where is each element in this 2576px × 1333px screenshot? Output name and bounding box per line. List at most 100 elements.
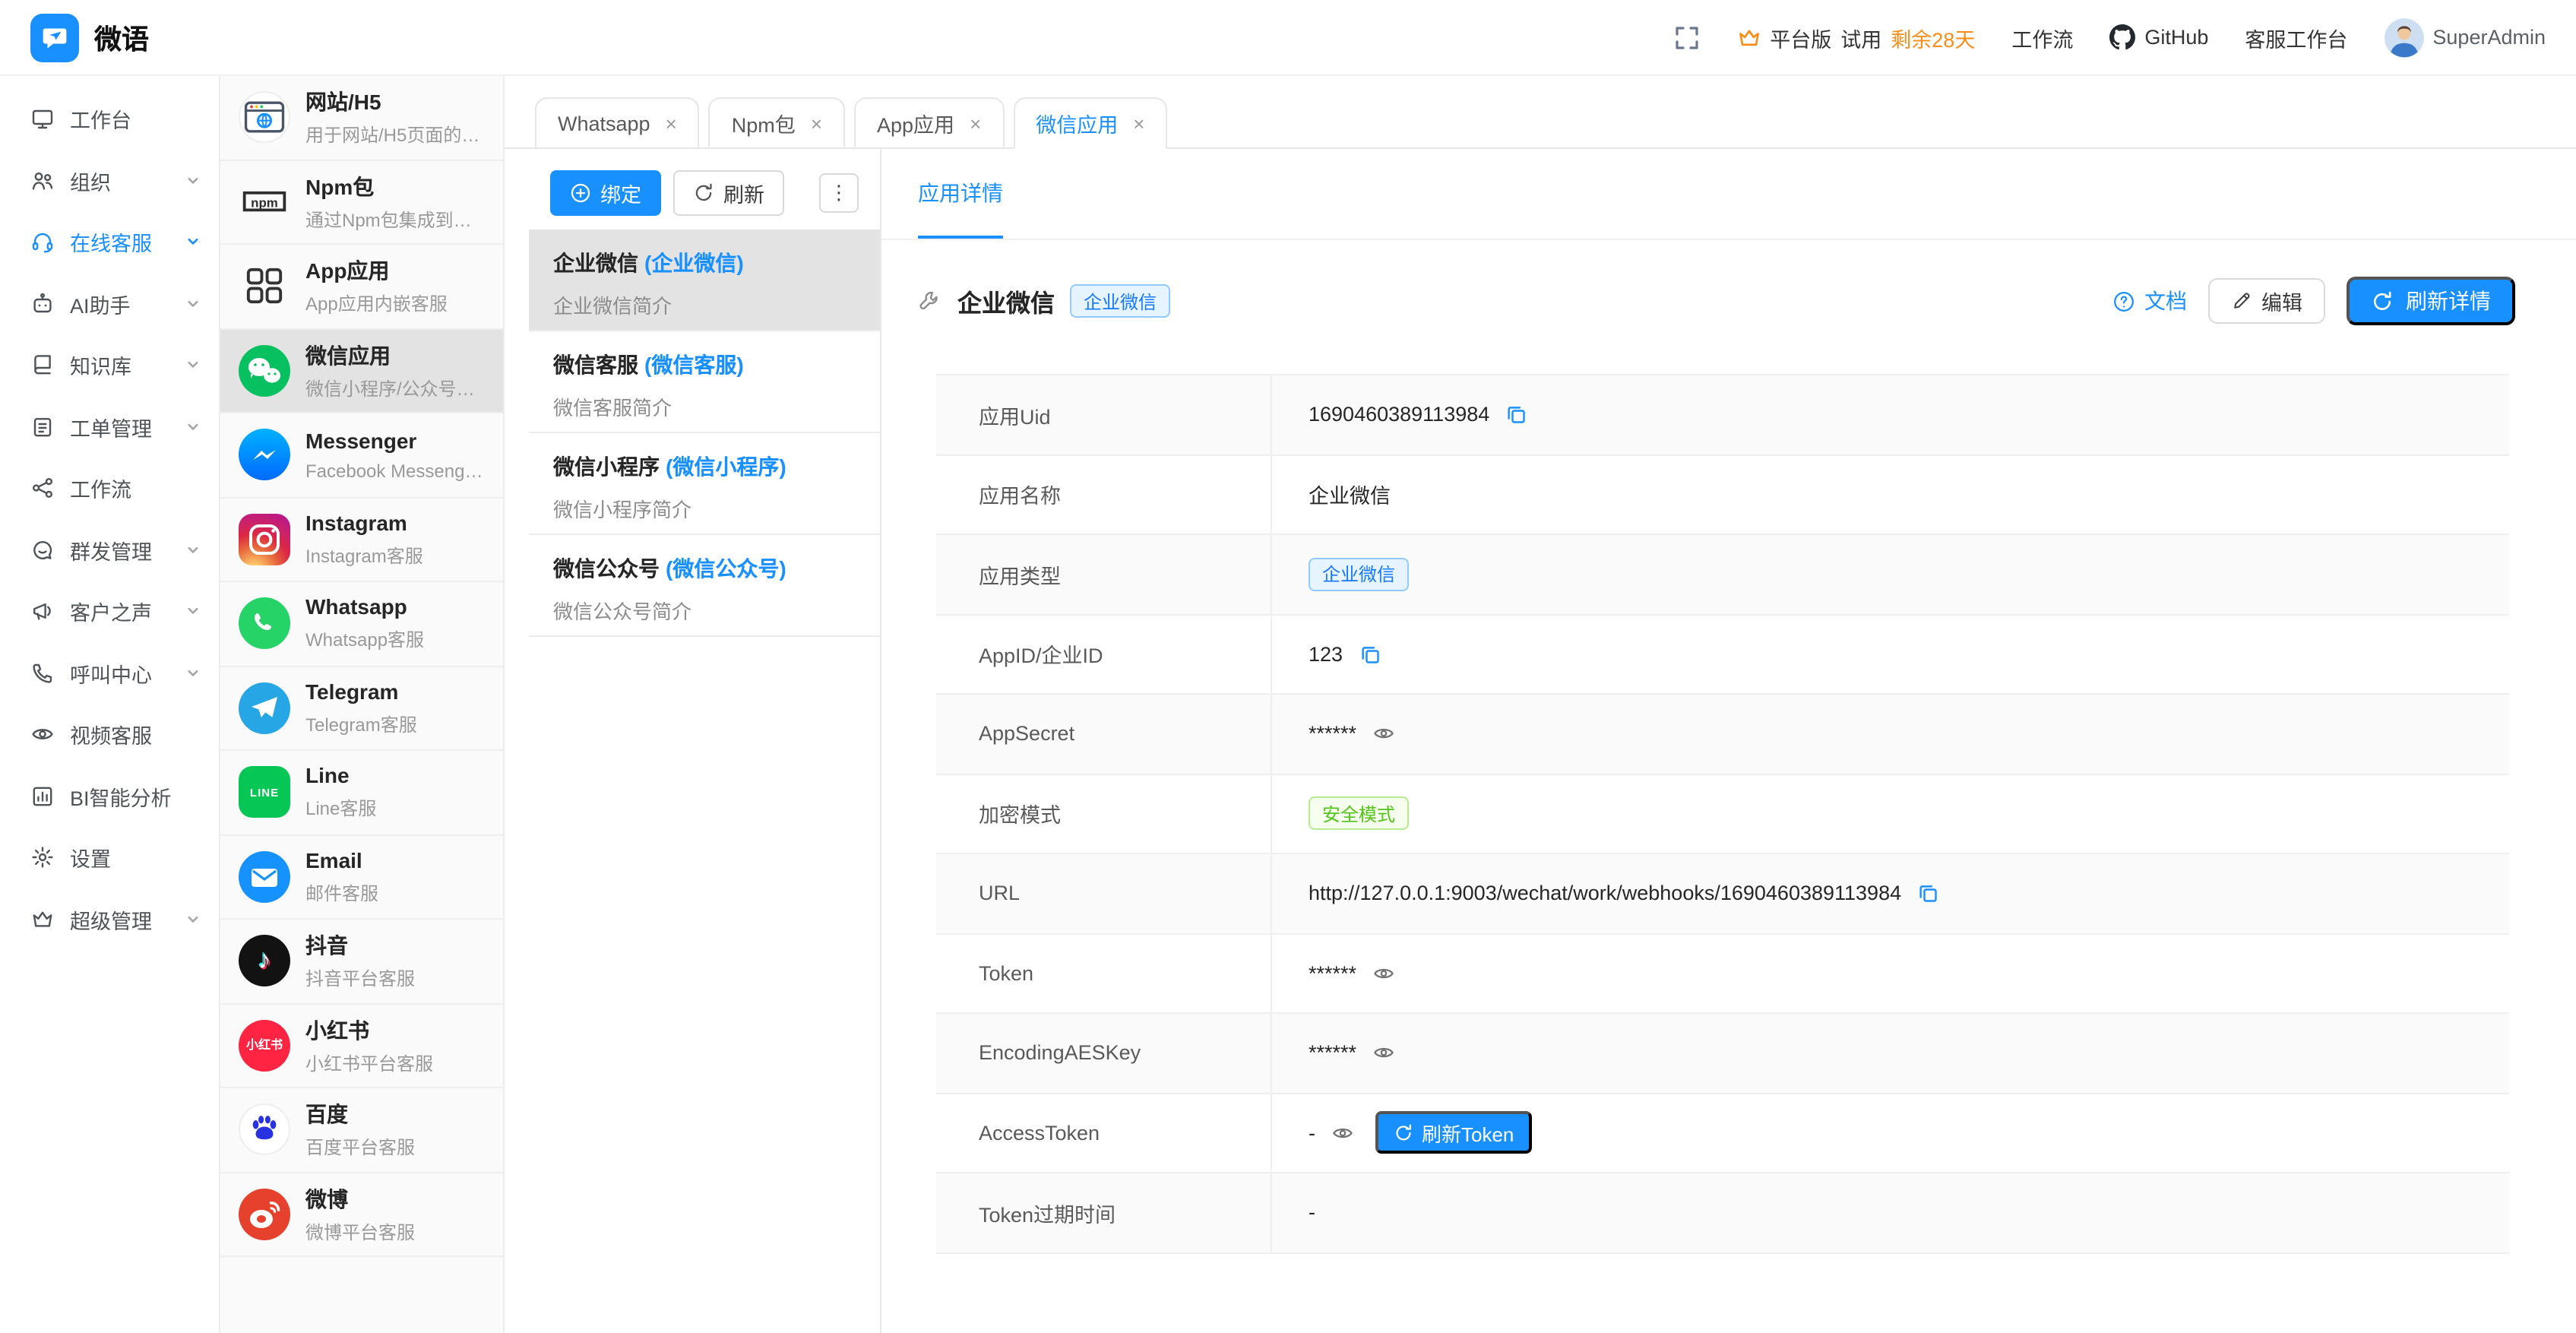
app-title: 微语 [94, 17, 149, 57]
app-link[interactable]: (微信小程序) [666, 454, 786, 479]
tab-app-detail[interactable]: 应用详情 [918, 149, 1003, 239]
list-toolbar: 绑定 刷新 ⋮ [529, 149, 880, 230]
channel-item-whatsapp[interactable]: WhatsappWhatsapp客服 [220, 582, 503, 666]
open-tabs-bar: Whatsapp × Npm包 × App应用 × 微信应用 × [505, 76, 2576, 149]
detail-actions: 文档 编辑 刷新详情 [2112, 277, 2515, 325]
channel-item-email[interactable]: Email邮件客服 [220, 835, 503, 920]
fullscreen-button[interactable] [1673, 24, 1700, 51]
refresh-icon [2371, 290, 2394, 312]
copy-icon[interactable] [1505, 404, 1527, 426]
close-icon[interactable]: × [811, 112, 822, 135]
row-value-masked: ****** [1309, 1042, 1356, 1065]
weibo-icon [239, 1189, 290, 1240]
bind-button[interactable]: 绑定 [550, 170, 661, 216]
refresh-list-button[interactable]: 刷新 [673, 170, 784, 216]
whatsapp-icon [239, 598, 290, 650]
table-row-token: Token ****** [936, 934, 2509, 1014]
kebab-icon: ⋮ [829, 181, 849, 205]
tab-wechat-app[interactable]: 微信应用 × [1013, 97, 1167, 149]
doc-link[interactable]: 文档 [2112, 286, 2187, 316]
row-label: AppSecret [936, 695, 1271, 773]
expand-icon [1673, 24, 1700, 51]
baidu-paw-icon [239, 1104, 290, 1156]
eye-icon[interactable] [1372, 1042, 1394, 1065]
telegram-icon [239, 682, 290, 734]
list-item-wechat-kefu[interactable]: 微信客服(微信客服) 微信客服简介 [529, 331, 880, 433]
sidebar-item-super-admin[interactable]: 超级管理 [0, 888, 219, 950]
app-link[interactable]: (微信客服) [644, 353, 744, 377]
sidebar-item-ticket-management[interactable]: 工单管理 [0, 396, 219, 458]
sidebar-item-knowledge-base[interactable]: 知识库 [0, 334, 219, 396]
channel-item-baidu[interactable]: 百度百度平台客服 [220, 1088, 503, 1173]
sidebar-item-ai-assistant[interactable]: AI助手 [0, 273, 219, 334]
sidebar-item-video-service[interactable]: 视频客服 [0, 704, 219, 765]
channel-item-douyin[interactable]: ♪ 抖音抖音平台客服 [220, 920, 503, 1004]
chevron-down-icon [185, 296, 201, 312]
channel-item-messenger[interactable]: MessengerFacebook Messeng… [220, 413, 503, 498]
sidebar-item-workflow[interactable]: 工作流 [0, 458, 219, 519]
crown-icon [30, 907, 55, 932]
user-menu[interactable]: SuperAdmin [2384, 17, 2546, 57]
book-icon [30, 353, 55, 378]
edit-button[interactable]: 编辑 [2208, 278, 2325, 324]
refresh-token-button[interactable]: 刷新Token [1375, 1112, 1532, 1154]
phone-icon [30, 661, 55, 685]
refresh-icon [693, 182, 714, 204]
email-icon [239, 851, 290, 903]
app-link[interactable]: (微信公众号) [666, 556, 786, 581]
channel-item-npm[interactable]: npm Npm包通过Npm包集成到… [220, 160, 503, 245]
eye-icon [30, 723, 55, 747]
chevron-down-icon [185, 173, 201, 188]
sidebar-item-settings[interactable]: 设置 [0, 827, 219, 888]
channel-item-weibo[interactable]: 微博微博平台客服 [220, 1173, 503, 1257]
table-row-app-uid: 应用Uid 1690460389113984 [936, 375, 2509, 455]
sidebar-item-voice-of-customer[interactable]: 客户之声 [0, 581, 219, 642]
instagram-icon [239, 514, 290, 565]
more-actions-button[interactable]: ⋮ [819, 173, 859, 213]
nav-github-link[interactable]: GitHub [2109, 24, 2208, 50]
plan-info[interactable]: 平台版 试用 剩余28天 [1736, 22, 1975, 52]
row-label: 应用Uid [936, 375, 1271, 454]
tab-npm[interactable]: Npm包 × [709, 97, 845, 149]
channel-item-telegram[interactable]: TelegramTelegram客服 [220, 666, 503, 751]
copy-icon[interactable] [1916, 882, 1939, 905]
app-logo[interactable] [30, 13, 79, 62]
tab-whatsapp[interactable]: Whatsapp × [535, 97, 700, 149]
channel-item-app[interactable]: App应用App应用内嵌客服 [220, 245, 503, 329]
eye-icon[interactable] [1331, 1122, 1353, 1145]
line-icon: LINE [239, 767, 290, 818]
copy-icon[interactable] [1358, 643, 1381, 666]
close-icon[interactable]: × [1133, 112, 1144, 135]
list-item-wechat-miniprogram[interactable]: 微信小程序(微信小程序) 微信小程序简介 [529, 433, 880, 535]
sidebar-item-bi-analytics[interactable]: BI智能分析 [0, 765, 219, 827]
channel-item-wechat[interactable]: 微信应用微信小程序/公众号… [220, 329, 503, 413]
row-label: AccessToken [936, 1094, 1271, 1172]
megaphone-icon [30, 600, 55, 624]
sidebar-item-online-service[interactable]: 在线客服 [0, 211, 219, 273]
eye-icon[interactable] [1372, 962, 1394, 985]
list-item-work-wechat[interactable]: 企业微信(企业微信) 企业微信简介 [529, 230, 880, 331]
sidebar-item-call-center[interactable]: 呼叫中心 [0, 642, 219, 704]
sidebar-item-organization[interactable]: 组织 [0, 150, 219, 211]
close-icon[interactable]: × [970, 112, 981, 135]
eye-icon[interactable] [1372, 723, 1394, 746]
list-item-wechat-official-account[interactable]: 微信公众号(微信公众号) 微信公众号简介 [529, 535, 880, 637]
row-value-masked: ****** [1309, 962, 1356, 985]
sidebar-item-workbench[interactable]: 工作台 [0, 88, 219, 150]
sidebar-item-broadcast[interactable]: 群发管理 [0, 519, 219, 581]
channel-item-xiaohongshu[interactable]: 小红书 小红书小红书平台客服 [220, 1004, 503, 1088]
app-link[interactable]: (企业微信) [644, 251, 744, 275]
channel-item-instagram[interactable]: InstagramInstagram客服 [220, 498, 503, 582]
refresh-detail-button[interactable]: 刷新详情 [2347, 277, 2515, 325]
tab-app[interactable]: App应用 × [854, 97, 1004, 149]
close-icon[interactable]: × [666, 112, 677, 135]
channel-item-website[interactable]: 网站/H5用于网站/H5页面的… [220, 76, 503, 160]
table-row-app-type: 应用类型 企业微信 [936, 535, 2509, 615]
nav-workflow-link[interactable]: 工作流 [2011, 22, 2073, 52]
channel-item-line[interactable]: LINE LineLine客服 [220, 751, 503, 835]
people-icon [30, 169, 55, 193]
nav-agent-workbench-link[interactable]: 客服工作台 [2245, 22, 2347, 52]
wechat-app-list-panel: 绑定 刷新 ⋮ 企业微信(企业微信) 企业微信简介 [529, 149, 881, 1333]
row-label: EncodingAESKey [936, 1014, 1271, 1092]
share-nodes-icon [30, 477, 55, 501]
